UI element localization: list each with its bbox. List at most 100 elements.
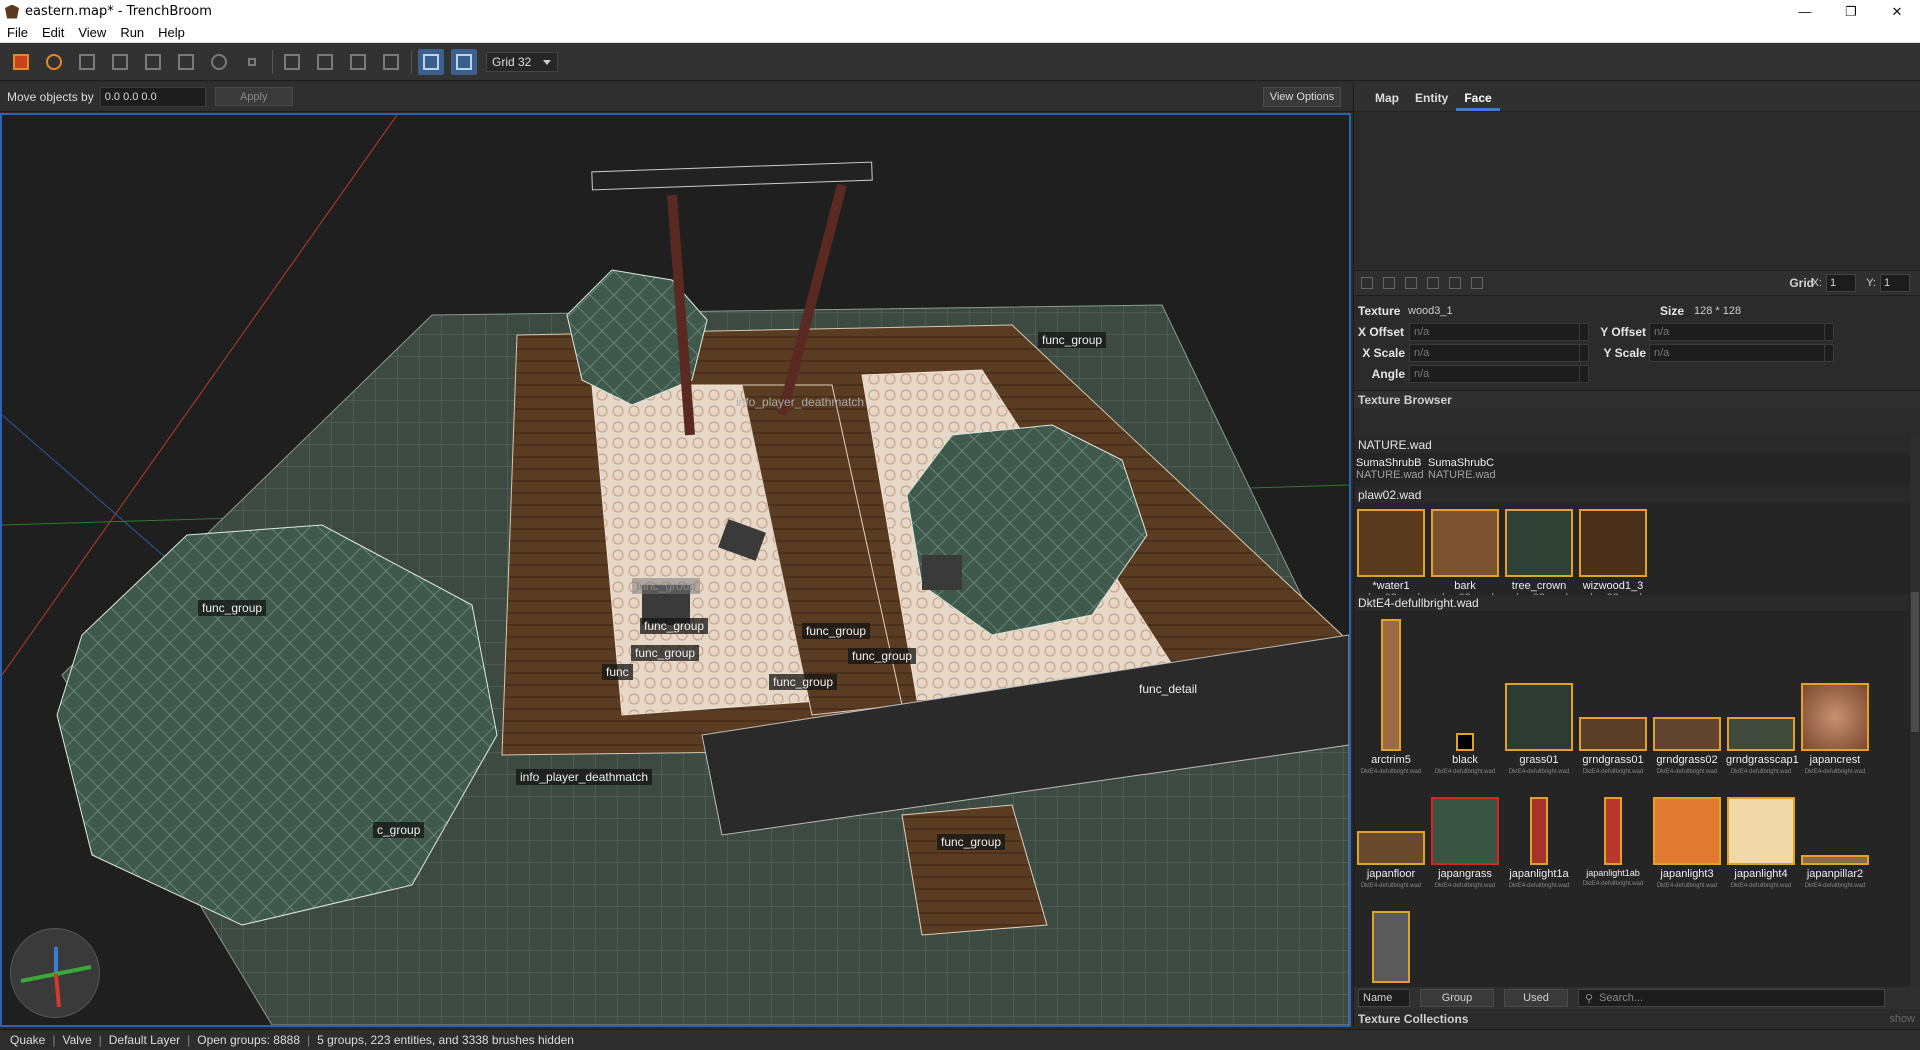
spinner-icon[interactable] (1824, 344, 1833, 361)
flip-horizontal-button[interactable] (345, 49, 371, 75)
texture-grass01[interactable]: grass01 DktE4-defullbright.wad (1504, 683, 1574, 775)
texture-name: japanlight3 (1660, 868, 1714, 880)
clip-tool-button[interactable] (279, 49, 305, 75)
face-edit-tool-button[interactable] (173, 49, 199, 75)
texture-japancrest[interactable]: japancrest DktE4-defullbright.wad (1800, 683, 1870, 775)
grid-size-select[interactable]: Grid 32 (486, 52, 558, 72)
texture-thumb (1505, 683, 1573, 751)
minimize-button[interactable]: — (1782, 0, 1828, 23)
texture-wizwood1-3[interactable]: wizwood1_3 plaw02.wad (1578, 509, 1648, 604)
x-offset-field[interactable]: n/a (1409, 322, 1589, 341)
spinner-icon[interactable] (1579, 365, 1588, 382)
texture-japanlight1a[interactable]: japanlight1a DktE4-defullbright.wad (1504, 797, 1574, 889)
selection-tool-button[interactable] (41, 49, 67, 75)
texture-search-input[interactable]: ⚲ Search... (1578, 989, 1885, 1007)
y-offset-value: n/a (1654, 325, 1670, 338)
texture-japangrass[interactable]: japangrass DktE4-defullbright.wad (1430, 797, 1500, 889)
reset-alignment-icon[interactable] (1383, 277, 1395, 289)
move-objects-input[interactable]: 0.0 0.0 0.0 (99, 86, 206, 107)
texture-black[interactable]: black DktE4-defullbright.wad (1430, 733, 1500, 775)
entity-label[interactable]: func_group (631, 645, 700, 661)
uv-grid-y-input[interactable]: 1 (1880, 274, 1910, 292)
texture-tree-crown[interactable]: tree_crown plaw02.wad (1504, 509, 1574, 604)
texture-bark[interactable]: bark plaw02.wad (1430, 509, 1500, 604)
face-tool-button[interactable] (74, 49, 100, 75)
uv-lock-button[interactable] (451, 49, 477, 75)
entity-label[interactable]: func_group (640, 618, 709, 634)
edge-tool-button[interactable] (140, 49, 166, 75)
menu-help[interactable]: Help (151, 25, 192, 40)
entity-label[interactable]: func_group (632, 578, 701, 594)
spinner-icon[interactable] (1579, 344, 1588, 361)
entity-label[interactable]: func (602, 664, 633, 680)
texture-japanfloor[interactable]: japanfloor DktE4-defullbright.wad (1356, 831, 1426, 889)
entity-label[interactable]: func_group (198, 600, 267, 616)
texture-partial[interactable] (1356, 911, 1426, 983)
tab-entity[interactable]: Entity (1407, 91, 1456, 111)
menu-edit[interactable]: Edit (35, 25, 71, 40)
y-scale-field[interactable]: n/a (1649, 343, 1834, 362)
rotate-ccw-icon[interactable] (1449, 277, 1461, 289)
entity-label[interactable]: func_group (848, 648, 917, 664)
texture-lock-button[interactable] (418, 49, 444, 75)
close-button[interactable]: ✕ (1874, 0, 1920, 23)
texture-sumashrubb[interactable]: SumaShrubB NATURE.wad (1356, 454, 1424, 481)
scrollbar-thumb[interactable] (1911, 592, 1919, 732)
texture-grndgrasscap1[interactable]: grndgrasscap1 DktE4-defullbright.wad (1726, 717, 1799, 775)
texture-sumashrubc[interactable]: SumaShrubC NATURE.wad (1428, 454, 1496, 481)
texture-collections-header[interactable]: Texture Collections show (1354, 1010, 1920, 1027)
entity-label[interactable]: func_detail (1135, 681, 1201, 697)
view-options-button[interactable]: View Options (1263, 87, 1341, 107)
texture-water1[interactable]: *water1 plaw02.wad (1356, 509, 1426, 604)
reset-uv-icon[interactable] (1361, 277, 1373, 289)
rotate-tool-button[interactable] (206, 49, 232, 75)
menu-file[interactable]: File (0, 25, 35, 40)
entity-label[interactable]: info_player_deathmatch (516, 769, 653, 785)
spinner-icon[interactable] (1579, 323, 1588, 340)
maximize-button[interactable]: ❐ (1828, 0, 1874, 23)
sort-select[interactable]: Name (1358, 989, 1410, 1007)
tab-map[interactable]: Map (1367, 91, 1407, 111)
texture-japanpillar2[interactable]: japanpillar2 DktE4-defullbright.wad (1800, 855, 1870, 889)
compass-gizmo[interactable] (10, 928, 100, 1018)
entity-label[interactable]: func_group (937, 834, 1006, 850)
flip-horizontal-icon[interactable] (1405, 277, 1417, 289)
uv-editor-area[interactable] (1354, 112, 1920, 270)
entity-label[interactable]: func_group (769, 674, 838, 690)
entity-label[interactable]: func_group (802, 623, 871, 639)
brush-tool-button[interactable] (8, 49, 34, 75)
vertex-tool-button[interactable] (107, 49, 133, 75)
apply-button[interactable]: Apply (214, 87, 293, 106)
texture-grndgrass02[interactable]: grndgrass02 DktE4-defullbright.wad (1652, 717, 1722, 775)
menu-run[interactable]: Run (113, 25, 151, 40)
3d-viewport[interactable]: func_group func_group info_player_deathm… (0, 113, 1351, 1027)
group-button[interactable]: Group (1420, 989, 1494, 1007)
menu-view[interactable]: View (71, 25, 113, 40)
flip-vertical-icon[interactable] (1427, 277, 1439, 289)
show-collections-link[interactable]: show (1889, 1013, 1915, 1025)
texture-grndgrass01[interactable]: grndgrass01 DktE4-defullbright.wad (1578, 717, 1648, 775)
entity-label[interactable]: c_group (373, 822, 425, 838)
move-objects-label: Move objects by (7, 89, 94, 104)
x-scale-field[interactable]: n/a (1409, 343, 1589, 362)
angle-field[interactable]: n/a (1409, 364, 1589, 383)
flip-vertical-button[interactable] (378, 49, 404, 75)
entity-label[interactable]: func_group (1038, 332, 1107, 348)
wad-header-plaw02: plaw02.wad (1356, 487, 1909, 503)
texture-source: DktE4-defullbright.wad (1582, 881, 1644, 887)
duplicate-button[interactable] (312, 49, 338, 75)
texture-browser-scrollbar[interactable] (1910, 437, 1920, 987)
used-button[interactable]: Used (1504, 989, 1568, 1007)
texture-japanlight4[interactable]: japanlight4 DktE4-defullbright.wad (1726, 797, 1796, 889)
texture-arctrim5[interactable]: arctrim5 DktE4-defullbright.wad (1356, 619, 1426, 775)
spinner-icon[interactable] (1824, 323, 1833, 340)
rotate-cw-icon[interactable] (1471, 277, 1483, 289)
uv-grid-x-input[interactable]: 1 (1826, 274, 1856, 292)
entity-label[interactable]: info_player_deathmatch (732, 394, 868, 410)
texture-japanlight1ab[interactable]: japanlight1ab DktE4-defullbright.wad (1578, 797, 1648, 887)
scale-tool-button[interactable] (239, 49, 265, 75)
texture-japanlight3[interactable]: japanlight3 DktE4-defullbright.wad (1652, 797, 1722, 889)
tab-face[interactable]: Face (1456, 91, 1500, 111)
texture-browser[interactable]: NATURE.wad SumaShrubB NATURE.wad SumaShr… (1354, 437, 1920, 987)
y-offset-field[interactable]: n/a (1649, 322, 1834, 341)
